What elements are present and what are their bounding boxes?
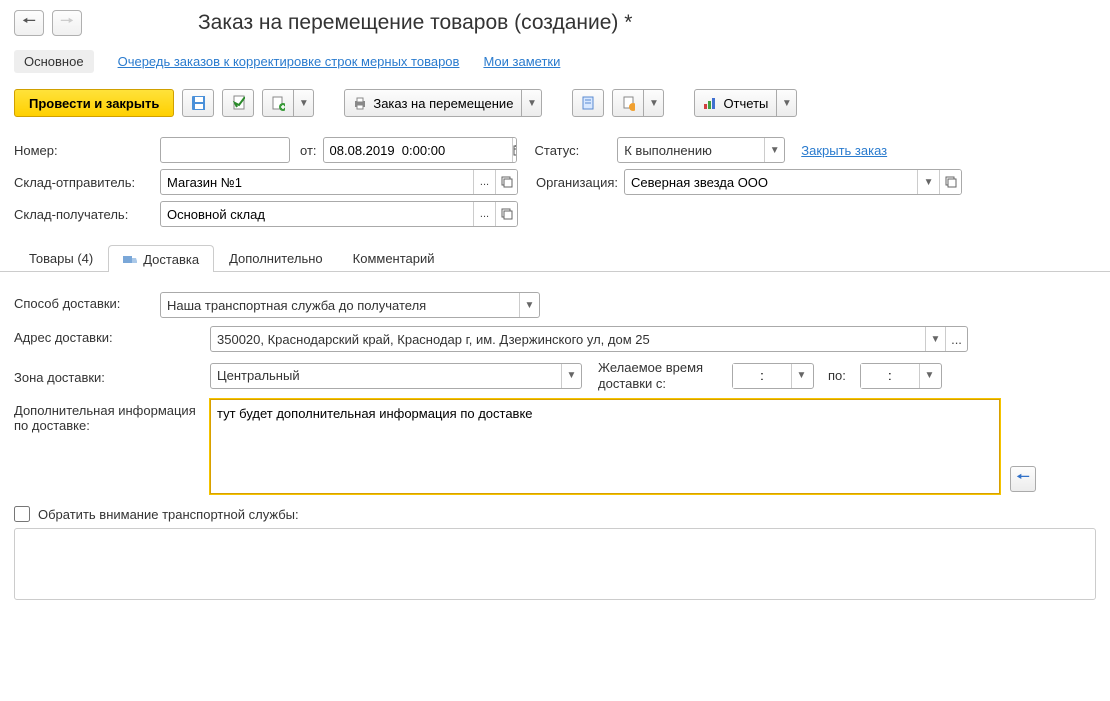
collapse-button[interactable]: 🠔 bbox=[1010, 466, 1036, 492]
receiver-open-button[interactable] bbox=[495, 202, 517, 226]
create-based-button[interactable] bbox=[262, 89, 294, 117]
create-based-dropdown[interactable]: ▼ bbox=[294, 89, 314, 117]
info-label: Дополнительная информация по доставке: bbox=[14, 399, 204, 433]
wish-time-label: Желаемое время доставки с: bbox=[598, 360, 726, 391]
to-label: по: bbox=[828, 368, 846, 383]
time-from-input[interactable] bbox=[733, 364, 791, 388]
delivery-info-textarea[interactable] bbox=[210, 399, 1000, 494]
tab-comment[interactable]: Комментарий bbox=[338, 245, 450, 271]
delivery-icon bbox=[123, 253, 137, 265]
back-button[interactable]: 🠔 bbox=[14, 10, 44, 36]
time-to-dropdown[interactable]: ▼ bbox=[919, 364, 939, 388]
report-button-1[interactable] bbox=[572, 89, 604, 117]
tab-goods[interactable]: Товары (4) bbox=[14, 245, 108, 271]
org-open-button[interactable] bbox=[939, 170, 961, 194]
post-button[interactable] bbox=[222, 89, 254, 117]
status-select[interactable]: К выполнению bbox=[618, 138, 764, 162]
attach-button[interactable] bbox=[612, 89, 644, 117]
status-label: Статус: bbox=[535, 143, 580, 158]
tab-extra[interactable]: Дополнительно bbox=[214, 245, 338, 271]
delivery-method-select[interactable]: Наша транспортная служба до получателя bbox=[161, 293, 519, 317]
address-input[interactable]: 350020, Краснодарский край, Краснодар г,… bbox=[211, 327, 925, 351]
time-to-input[interactable] bbox=[861, 364, 919, 388]
attention-label: Обратить внимание транспортной службы: bbox=[38, 507, 299, 522]
sender-open-button[interactable] bbox=[495, 170, 517, 194]
time-from-dropdown[interactable]: ▼ bbox=[791, 364, 811, 388]
address-select-button[interactable]: ... bbox=[945, 327, 967, 351]
print-order-button[interactable]: Заказ на перемещение bbox=[344, 89, 522, 117]
sender-input[interactable] bbox=[161, 170, 473, 194]
zone-label: Зона доставки: bbox=[14, 366, 204, 385]
org-label: Организация: bbox=[536, 175, 618, 190]
attention-textarea[interactable] bbox=[14, 528, 1096, 600]
forward-button[interactable]: 🠖 bbox=[52, 10, 82, 36]
org-input[interactable] bbox=[625, 170, 917, 194]
org-dropdown[interactable]: ▼ bbox=[917, 170, 939, 194]
delivery-method-dropdown[interactable]: ▼ bbox=[519, 293, 539, 317]
tab-main[interactable]: Основное bbox=[14, 50, 94, 73]
status-dropdown[interactable]: ▼ bbox=[764, 138, 784, 162]
tab-delivery[interactable]: Доставка bbox=[108, 245, 214, 272]
print-dropdown[interactable]: ▼ bbox=[522, 89, 542, 117]
page-title: Заказ на перемещение товаров (создание) … bbox=[198, 11, 632, 35]
receiver-label: Склад-получатель: bbox=[14, 207, 154, 222]
attention-checkbox[interactable] bbox=[14, 506, 30, 522]
number-label: Номер: bbox=[14, 143, 154, 158]
number-input[interactable] bbox=[161, 138, 290, 162]
date-input[interactable] bbox=[324, 138, 512, 162]
sender-label: Склад-отправитель: bbox=[14, 175, 154, 190]
save-button[interactable] bbox=[182, 89, 214, 117]
zone-select[interactable]: Центральный bbox=[211, 364, 561, 388]
link-queue[interactable]: Очередь заказов к корректировке строк ме… bbox=[118, 54, 460, 69]
reports-button[interactable]: Отчеты bbox=[694, 89, 777, 117]
link-notes[interactable]: Мои заметки bbox=[483, 54, 560, 69]
address-label: Адрес доставки: bbox=[14, 326, 204, 345]
receiver-select-button[interactable]: ... bbox=[473, 202, 495, 226]
attach-dropdown[interactable]: ▼ bbox=[644, 89, 664, 117]
receiver-input[interactable] bbox=[161, 202, 473, 226]
zone-dropdown[interactable]: ▼ bbox=[561, 364, 581, 388]
post-and-close-button[interactable]: Провести и закрыть bbox=[14, 89, 174, 117]
sender-select-button[interactable]: ... bbox=[473, 170, 495, 194]
from-label: от: bbox=[300, 143, 317, 158]
close-order-link[interactable]: Закрыть заказ bbox=[801, 143, 887, 158]
calendar-button[interactable] bbox=[512, 138, 517, 162]
address-dropdown[interactable]: ▼ bbox=[925, 327, 945, 351]
delivery-method-label: Способ доставки: bbox=[14, 292, 154, 311]
reports-dropdown[interactable]: ▼ bbox=[777, 89, 797, 117]
